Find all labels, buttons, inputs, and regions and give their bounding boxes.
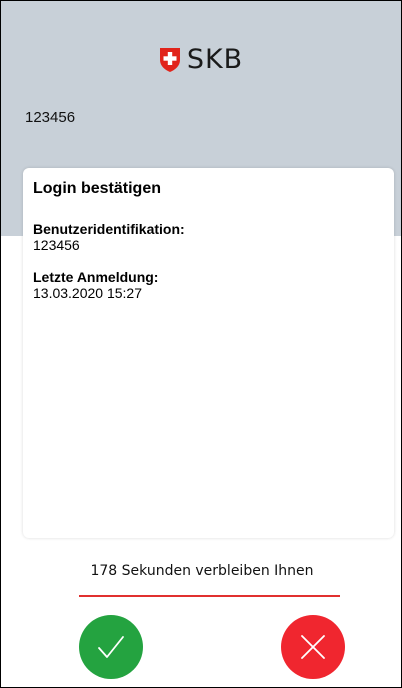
login-confirmation-screen: SKB 123456 Login bestätigen Benutzeriden… bbox=[0, 0, 402, 688]
user-identification-label: Benutzeridentifikation: bbox=[33, 221, 185, 237]
brand-name: SKB bbox=[186, 44, 244, 75]
countdown-text: 178 Sekunden verbleiben Ihnen bbox=[90, 563, 314, 579]
close-icon bbox=[301, 635, 325, 659]
countdown-progress-fill bbox=[79, 595, 340, 597]
user-identification-value: 123456 bbox=[33, 237, 80, 253]
countdown-progress-bar bbox=[79, 595, 340, 597]
reject-button[interactable] bbox=[281, 615, 345, 679]
user-id-display: 123456 bbox=[25, 109, 76, 126]
brand-header: SKB bbox=[1, 46, 401, 73]
confirmation-card: Login bestätigen Benutzeridentifikation:… bbox=[23, 168, 394, 538]
card-title: Login bestätigen bbox=[33, 180, 161, 197]
checkmark-icon bbox=[98, 636, 124, 658]
swiss-cross-shield-icon bbox=[159, 47, 180, 72]
confirm-button[interactable] bbox=[79, 615, 143, 679]
last-login-label: Letzte Anmeldung: bbox=[33, 269, 159, 285]
last-login-value: 13.03.2020 15:27 bbox=[33, 285, 142, 301]
